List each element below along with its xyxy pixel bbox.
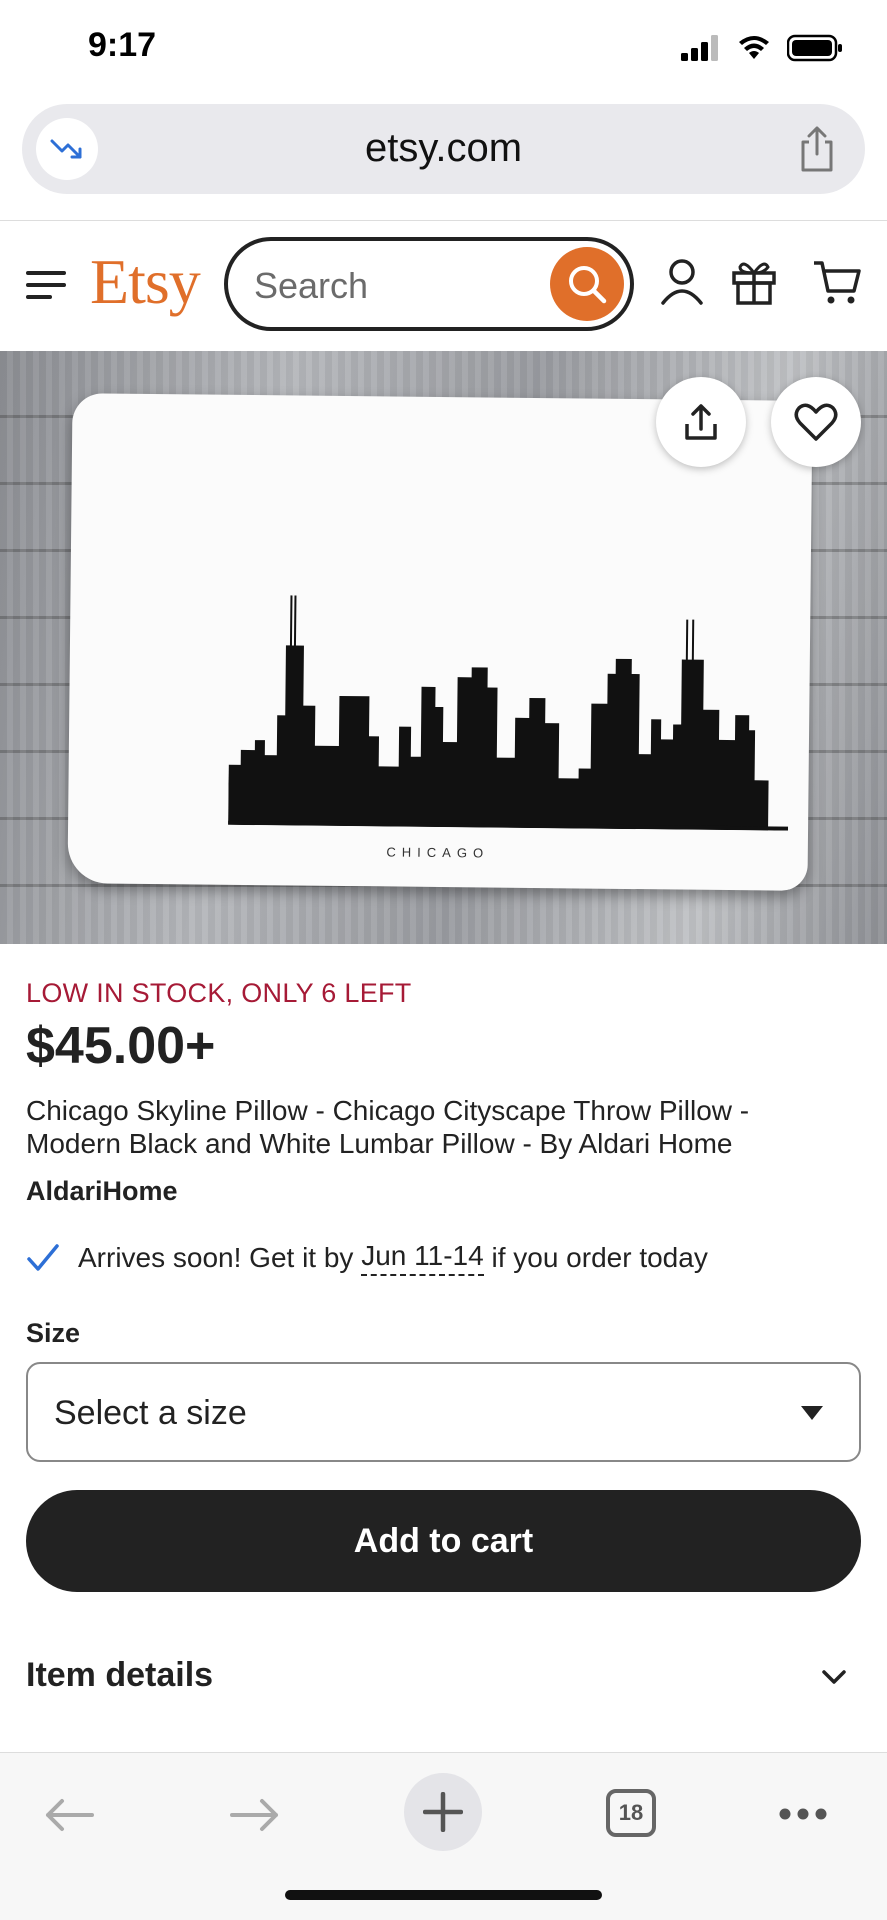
size-select-value: Select a size xyxy=(54,1394,247,1432)
hamburger-menu-icon[interactable] xyxy=(26,269,68,301)
more-options-icon[interactable] xyxy=(778,1807,828,1821)
arrives-prefix: Arrives soon! Get it by xyxy=(78,1242,354,1273)
chicago-skyline-graphic xyxy=(228,595,789,831)
tabs-button[interactable]: 18 xyxy=(606,1789,656,1837)
browser-share-button[interactable] xyxy=(797,124,837,179)
check-icon xyxy=(27,1244,59,1271)
shop-name-link[interactable]: AldariHome xyxy=(26,1176,178,1207)
search-button[interactable] xyxy=(550,247,624,321)
address-bar[interactable]: etsy.com xyxy=(22,104,865,194)
status-icons xyxy=(681,34,843,62)
search-icon xyxy=(569,266,607,304)
share-icon xyxy=(801,126,833,172)
home-indicator xyxy=(285,1890,602,1900)
status-bar: 9:17 xyxy=(0,0,887,100)
product-share-button[interactable] xyxy=(656,377,746,467)
stock-notice: LOW IN STOCK, ONLY 6 LEFT xyxy=(26,978,412,1008)
arrives-date-link[interactable]: Jun 11-14 xyxy=(361,1240,484,1276)
item-details-toggle[interactable]: Item details xyxy=(26,1656,213,1695)
url-text[interactable]: etsy.com xyxy=(22,126,865,171)
pillow-image: CHICAGO xyxy=(67,393,813,891)
arrives-suffix: if you order today xyxy=(491,1242,708,1273)
gift-icon[interactable] xyxy=(730,257,778,307)
site-header: Etsy Search xyxy=(0,221,887,351)
delivery-estimate: Arrives soon! Get it by Jun 11-14 if you… xyxy=(26,1240,708,1276)
cart-icon[interactable] xyxy=(812,257,862,307)
signal-icon xyxy=(681,35,718,61)
favorite-button[interactable] xyxy=(771,377,861,467)
share-icon xyxy=(685,404,717,440)
status-time: 9:17 xyxy=(88,26,157,64)
size-label: Size xyxy=(26,1318,81,1348)
add-to-cart-button[interactable]: Add to cart xyxy=(26,1490,861,1592)
account-icon[interactable] xyxy=(660,257,704,307)
chevron-down-icon[interactable] xyxy=(821,1668,847,1686)
product-image[interactable]: CHICAGO xyxy=(0,351,887,944)
size-select[interactable]: Select a size xyxy=(26,1362,861,1462)
wifi-icon xyxy=(739,36,769,59)
forward-arrow-icon[interactable] xyxy=(228,1797,282,1833)
search-input[interactable]: Search xyxy=(224,237,634,331)
new-tab-button[interactable] xyxy=(404,1773,482,1851)
product-price: $45.00+ xyxy=(26,1017,216,1075)
back-arrow-icon[interactable] xyxy=(42,1797,96,1833)
search-placeholder: Search xyxy=(254,265,369,306)
pillow-caption: CHICAGO xyxy=(386,844,490,861)
battery-icon xyxy=(787,34,842,62)
product-title: Chicago Skyline Pillow - Chicago Citysca… xyxy=(26,1095,750,1159)
heart-icon xyxy=(794,403,838,441)
dropdown-arrow-icon xyxy=(801,1406,823,1420)
etsy-logo[interactable]: Etsy xyxy=(90,245,201,319)
plus-icon xyxy=(423,1792,463,1832)
